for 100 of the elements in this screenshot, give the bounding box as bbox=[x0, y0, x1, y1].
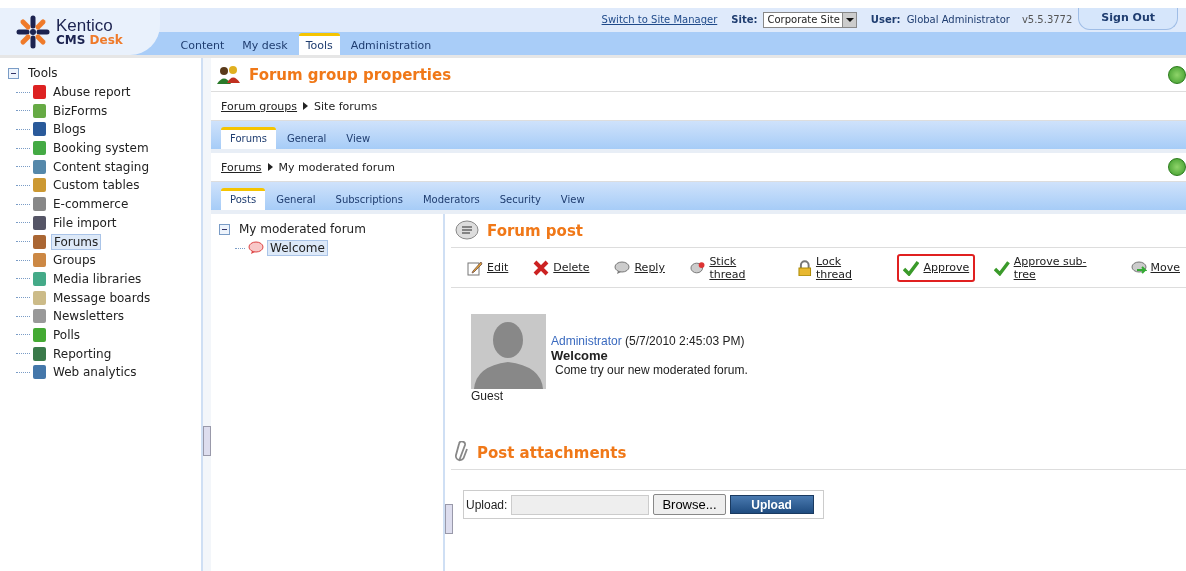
cross-icon bbox=[533, 259, 550, 276]
help-icon[interactable] bbox=[1168, 65, 1186, 84]
sidebar-item[interactable]: Reporting bbox=[51, 346, 114, 361]
sidebar-item[interactable]: Abuse report bbox=[51, 85, 133, 100]
breadcrumb-arrow-icon bbox=[303, 102, 309, 110]
collapse-icon[interactable] bbox=[219, 223, 230, 235]
logo-name: Kentico bbox=[56, 17, 113, 34]
tab[interactable]: General bbox=[277, 130, 336, 149]
sidebar-item[interactable]: Media libraries bbox=[51, 271, 144, 286]
author-role: Guest bbox=[471, 389, 504, 403]
action-link[interactable]: Move bbox=[1124, 254, 1186, 281]
tab[interactable]: View bbox=[551, 191, 594, 210]
breadcrumb-current: Site forums bbox=[314, 99, 378, 113]
tab[interactable]: Moderators bbox=[413, 191, 489, 210]
sidebar-item[interactable]: Forums bbox=[51, 233, 102, 250]
tree-root[interactable]: My moderated forum bbox=[237, 222, 368, 237]
users-icon bbox=[217, 64, 241, 85]
sidebar-item[interactable]: BizForms bbox=[51, 103, 110, 118]
tab[interactable]: Subscriptions bbox=[326, 191, 412, 210]
logo-product: CMS Desk bbox=[56, 34, 123, 46]
switch-site-manager-link[interactable]: Switch to Site Manager bbox=[601, 14, 718, 25]
tab[interactable]: Posts bbox=[221, 188, 266, 210]
user-label: User: bbox=[870, 14, 901, 25]
collapse-icon[interactable] bbox=[8, 67, 19, 79]
sidebar-item[interactable]: Polls bbox=[51, 327, 83, 342]
author-link[interactable]: Administrator bbox=[551, 334, 622, 348]
tool-icon bbox=[33, 197, 46, 212]
upload-button[interactable]: Upload bbox=[729, 495, 814, 514]
tab[interactable]: Security bbox=[490, 191, 550, 210]
user-name: Global Administrator bbox=[906, 14, 1010, 25]
tool-icon bbox=[33, 141, 46, 156]
sidebar-item[interactable]: Blogs bbox=[51, 122, 88, 137]
sidebar-item[interactable]: E-commerce bbox=[51, 197, 131, 212]
sidebar-item[interactable]: Booking system bbox=[51, 141, 151, 156]
tab[interactable]: Forums bbox=[221, 127, 276, 149]
site-select[interactable]: Corporate Site bbox=[763, 11, 857, 28]
tab[interactable]: General bbox=[267, 191, 325, 210]
tool-icon bbox=[33, 327, 46, 342]
section-title: Post attachments bbox=[477, 443, 627, 462]
version-text: v5.5.3772 bbox=[1021, 14, 1073, 25]
check-icon bbox=[903, 259, 920, 276]
upload-label: Upload: bbox=[466, 497, 508, 512]
nav-tab[interactable]: My desk bbox=[235, 36, 295, 55]
tool-icon bbox=[33, 85, 46, 100]
tool-icon bbox=[33, 290, 46, 305]
tool-icon bbox=[33, 215, 46, 230]
tool-icon bbox=[33, 309, 46, 324]
logo-icon bbox=[16, 14, 50, 49]
action-link[interactable]: Stick thread bbox=[683, 248, 780, 287]
speech-bubble-icon bbox=[248, 241, 264, 256]
breadcrumb-link[interactable]: Forums bbox=[221, 160, 262, 174]
action-link[interactable]: Edit bbox=[461, 253, 515, 282]
post-subject: Welcome bbox=[551, 348, 609, 363]
tool-icon bbox=[33, 365, 46, 380]
sidebar-item[interactable]: File import bbox=[51, 215, 119, 230]
tab[interactable]: View bbox=[337, 130, 380, 149]
speech-bubble-icon bbox=[455, 219, 479, 242]
breadcrumb-current: My moderated forum bbox=[278, 160, 395, 174]
sidebar-item[interactable]: Newsletters bbox=[51, 309, 127, 324]
file-field[interactable] bbox=[511, 494, 650, 515]
action-link[interactable]: Lock thread bbox=[792, 248, 885, 287]
page-title: Forum group properties bbox=[249, 65, 452, 84]
action-link[interactable]: Delete bbox=[527, 253, 596, 282]
section-title: Forum post bbox=[487, 221, 583, 240]
sidebar-item[interactable]: Content staging bbox=[51, 159, 152, 174]
tree-item[interactable]: Welcome bbox=[267, 240, 328, 257]
action-link[interactable]: Approve sub-tree bbox=[988, 248, 1112, 287]
speech-bubble-icon bbox=[614, 260, 631, 275]
tool-icon bbox=[33, 271, 46, 286]
post-text: Come try our new moderated forum. bbox=[554, 363, 748, 377]
help-icon[interactable] bbox=[1168, 158, 1186, 176]
browse-button[interactable]: Browse... bbox=[653, 494, 726, 515]
tool-icon bbox=[33, 234, 46, 249]
nav-tab[interactable]: Administration bbox=[343, 36, 439, 55]
collapse-handle[interactable] bbox=[203, 426, 211, 456]
sidebar-item[interactable]: Web analytics bbox=[51, 365, 139, 380]
action-link[interactable]: Reply bbox=[608, 254, 671, 281]
breadcrumb-link[interactable]: Forum groups bbox=[221, 99, 298, 113]
tool-icon bbox=[33, 103, 46, 118]
speech-bubble-pin-icon bbox=[689, 260, 706, 275]
nav-tab[interactable]: Content bbox=[173, 36, 232, 55]
sidebar-item[interactable]: Custom tables bbox=[51, 178, 142, 193]
sidebar-item[interactable]: Message boards bbox=[51, 290, 153, 305]
check-icon bbox=[994, 259, 1010, 276]
collapse-handle[interactable] bbox=[445, 504, 453, 534]
action-link[interactable]: Approve bbox=[897, 253, 976, 282]
post-date: (5/7/2010 2:45:03 PM) bbox=[625, 334, 745, 348]
lock-icon bbox=[798, 259, 812, 276]
sign-out-button[interactable]: Sign Out bbox=[1078, 8, 1178, 30]
tool-icon bbox=[33, 178, 46, 193]
tool-icon bbox=[33, 159, 46, 174]
tool-icon bbox=[33, 122, 46, 137]
tree-root[interactable]: Tools bbox=[26, 66, 60, 81]
nav-tab[interactable]: Tools bbox=[298, 33, 340, 55]
pencil-icon bbox=[467, 259, 483, 276]
breadcrumb-arrow-icon bbox=[267, 163, 273, 171]
tool-icon bbox=[33, 253, 46, 268]
site-label: Site: bbox=[731, 14, 758, 25]
sidebar-item[interactable]: Groups bbox=[51, 253, 98, 268]
tool-icon bbox=[33, 346, 46, 361]
